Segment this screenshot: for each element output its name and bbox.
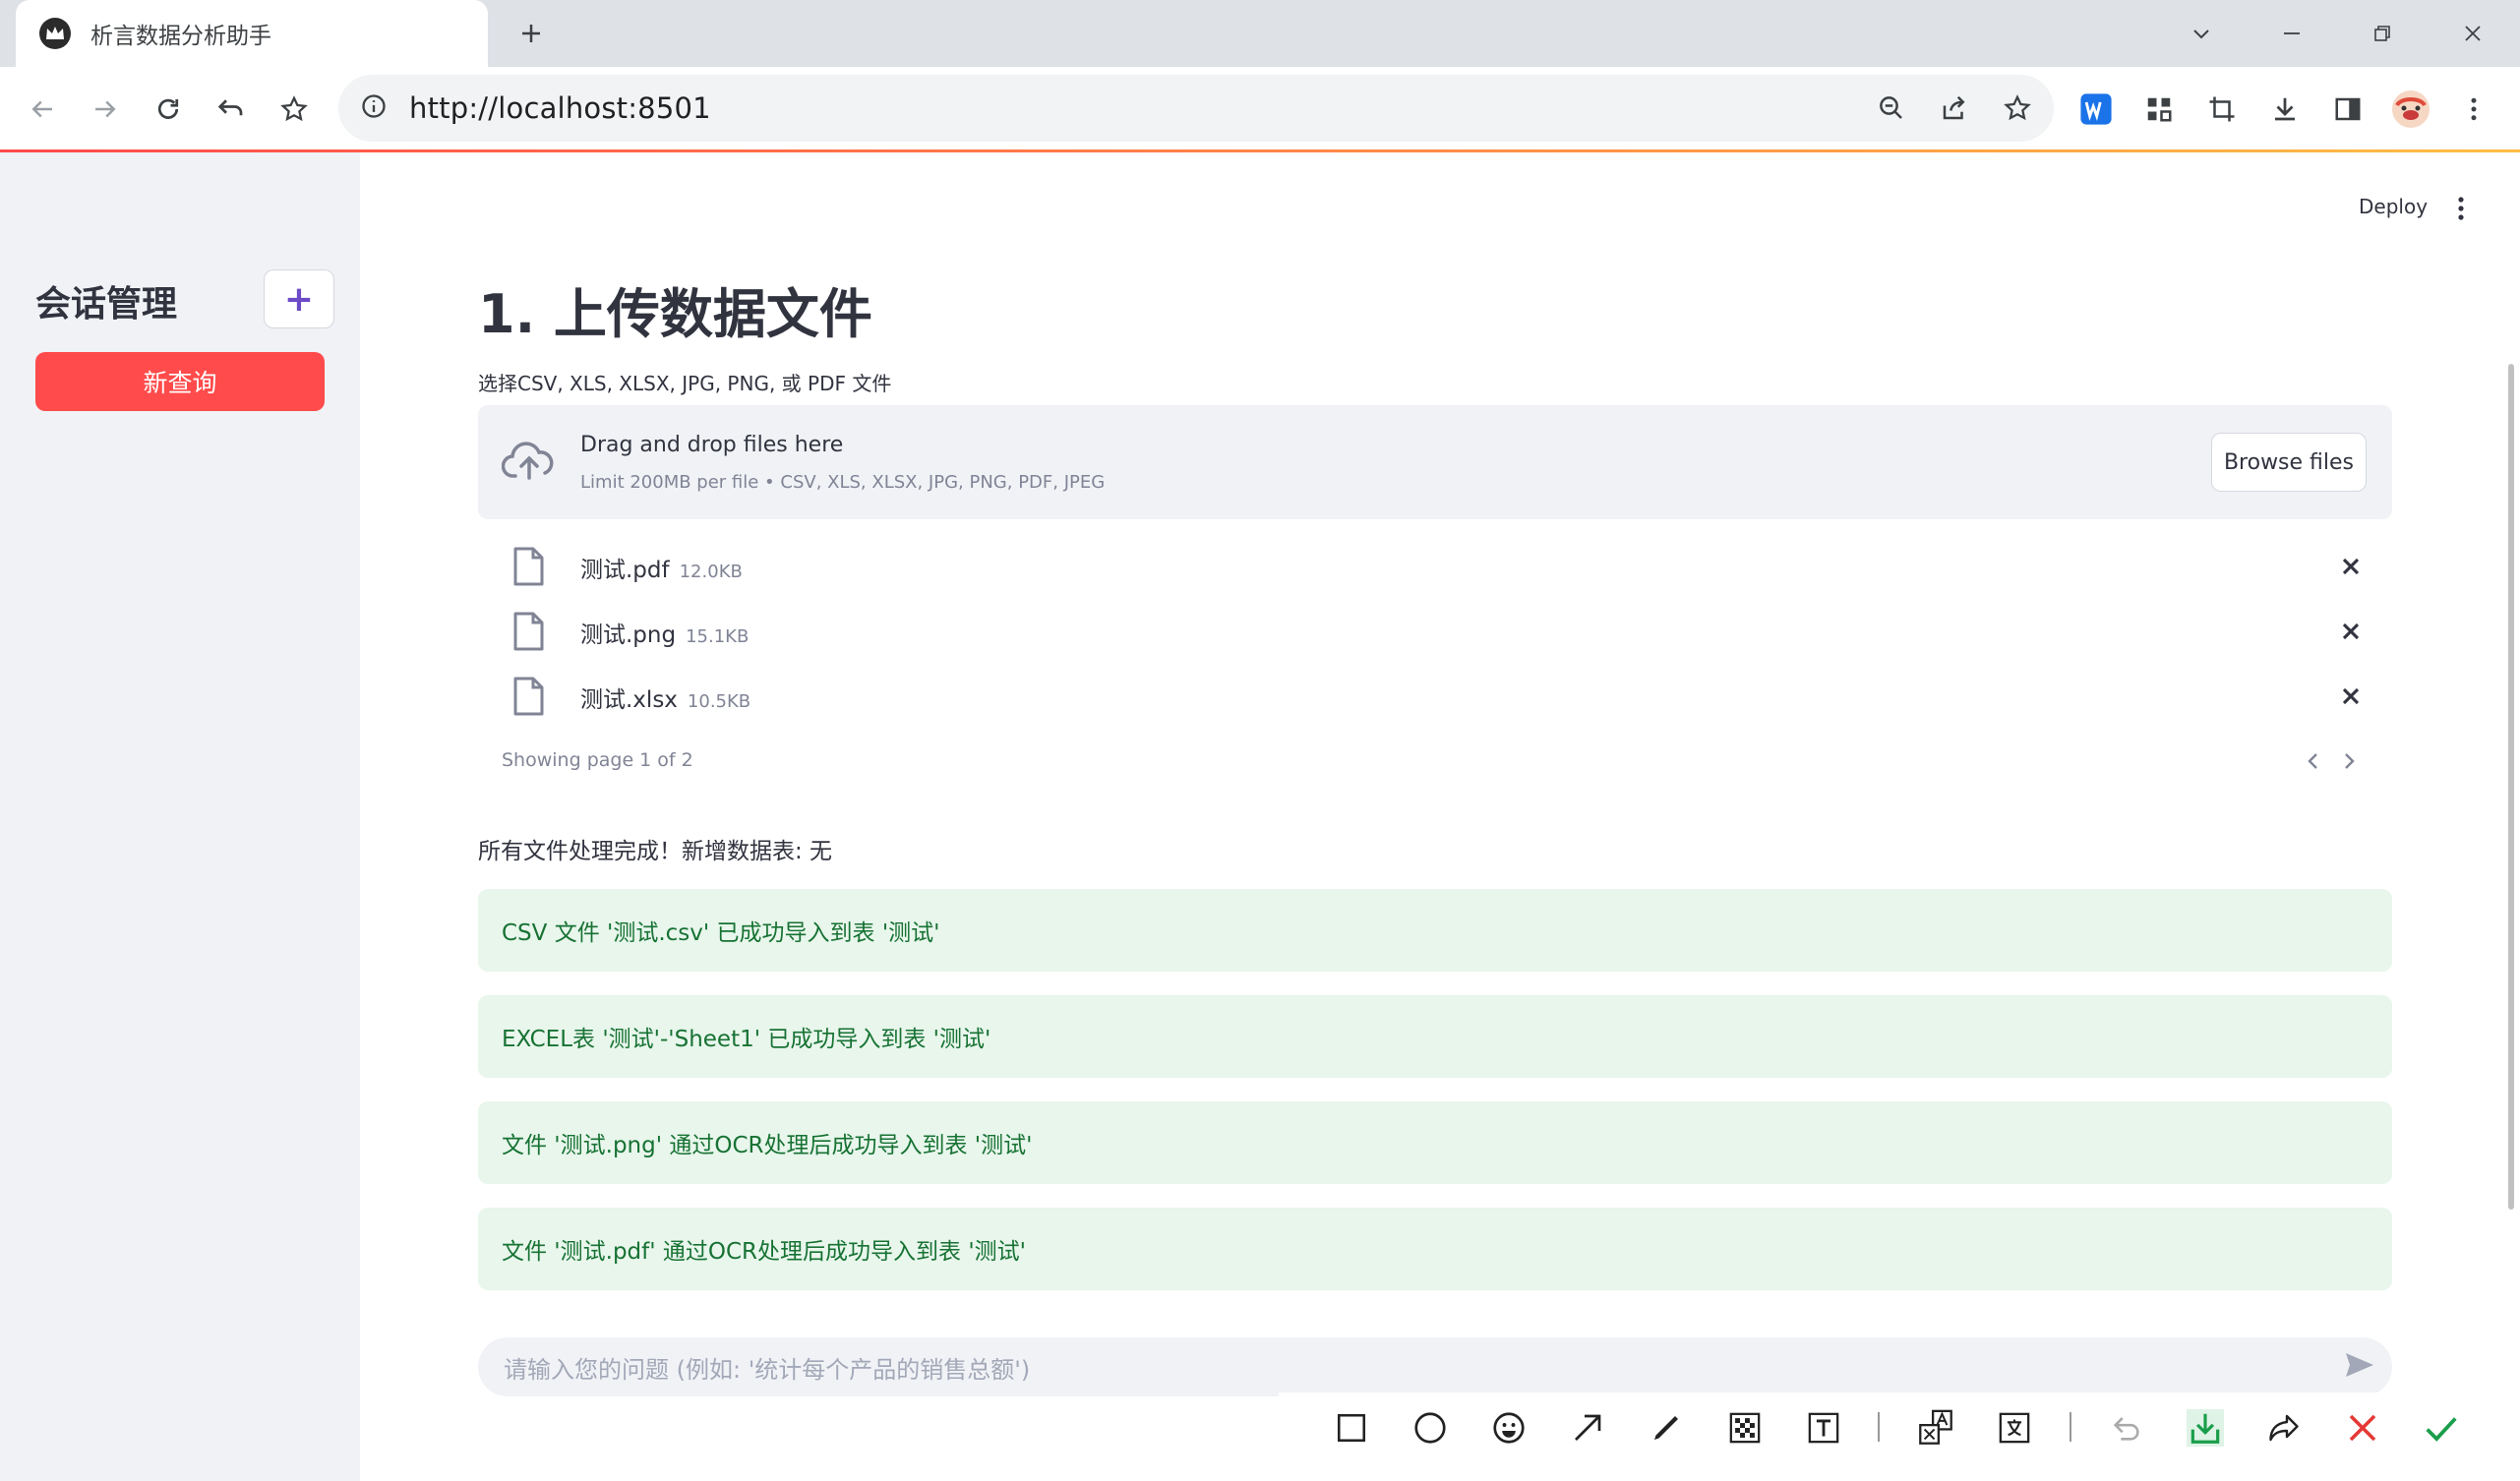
success-alert: 文件 '测试.png' 通过OCR处理后成功导入到表 '测试' bbox=[478, 1101, 2392, 1184]
cancel-screenshot-icon[interactable] bbox=[2341, 1406, 2384, 1450]
uploader-label: 选择CSV, XLS, XLSX, JPG, PNG, 或 PDF 文件 bbox=[478, 372, 892, 395]
forward-icon[interactable] bbox=[83, 87, 128, 132]
word-extension-icon[interactable] bbox=[2073, 87, 2119, 132]
ellipse-tool-icon[interactable] bbox=[1409, 1406, 1452, 1450]
add-session-button[interactable]: + bbox=[264, 269, 334, 328]
delete-file-icon[interactable] bbox=[2337, 553, 2365, 580]
cloud-upload-icon bbox=[501, 439, 557, 486]
undo-icon[interactable] bbox=[209, 87, 254, 132]
file-row: 测试.png 15.1KB bbox=[478, 604, 2392, 659]
file-name: 测试.png bbox=[580, 622, 677, 648]
next-page-icon[interactable] bbox=[2335, 745, 2363, 777]
dropzone-title: Drag and drop files here bbox=[580, 433, 844, 457]
send-icon[interactable] bbox=[2344, 1351, 2375, 1383]
pen-tool-icon[interactable] bbox=[1645, 1406, 1688, 1450]
deploy-button[interactable]: Deploy bbox=[2359, 195, 2428, 218]
prev-page-icon[interactable] bbox=[2300, 745, 2327, 777]
back-icon[interactable] bbox=[20, 87, 65, 132]
browser-toolbar: http://localhost:8501 bbox=[0, 67, 2520, 151]
rectangle-tool-icon[interactable] bbox=[1330, 1406, 1373, 1450]
chat-input[interactable]: 请输入您的问题 (例如: '统计每个产品的销售总额') bbox=[478, 1337, 2392, 1396]
file-row: 测试.pdf 12.0KB bbox=[478, 539, 2392, 594]
emoji-tool-icon[interactable] bbox=[1487, 1406, 1530, 1450]
file-name: 测试.xlsx bbox=[580, 687, 678, 713]
file-size: 12.0KB bbox=[679, 562, 743, 582]
url-text: http://localhost:8501 bbox=[409, 91, 711, 125]
file-icon bbox=[511, 612, 545, 655]
sidebar-title: 会话管理 bbox=[35, 284, 178, 325]
bookmark-star-icon[interactable] bbox=[271, 87, 317, 132]
save-screenshot-icon[interactable] bbox=[2184, 1406, 2227, 1450]
translate-tool-icon[interactable] bbox=[1914, 1406, 1957, 1450]
page-title: 1. 上传数据文件 bbox=[478, 283, 872, 345]
screenshot-toolbar bbox=[1279, 1392, 2520, 1481]
file-name: 测试.pdf bbox=[580, 558, 670, 583]
new-tab-icon[interactable] bbox=[511, 14, 551, 53]
reload-icon[interactable] bbox=[146, 87, 191, 132]
app-favicon-icon bbox=[39, 18, 71, 49]
arrow-tool-icon[interactable] bbox=[1566, 1406, 1609, 1450]
zoom-icon[interactable] bbox=[1869, 86, 1914, 131]
file-icon bbox=[511, 677, 545, 720]
sidebar: 会话管理 + 新查询 bbox=[0, 152, 360, 1481]
pagination-text: Showing page 1 of 2 bbox=[502, 749, 693, 771]
crop-icon[interactable] bbox=[2199, 87, 2245, 132]
site-info-icon[interactable] bbox=[360, 92, 388, 124]
share-screenshot-icon[interactable] bbox=[2262, 1406, 2306, 1450]
file-size: 15.1KB bbox=[686, 626, 750, 647]
confirm-screenshot-icon[interactable] bbox=[2420, 1406, 2463, 1450]
ocr-text-tool-icon[interactable] bbox=[1993, 1406, 2036, 1450]
file-row: 测试.xlsx 10.5KB bbox=[478, 669, 2392, 724]
tab-title: 析言数据分析助手 bbox=[90, 24, 271, 49]
file-dropzone[interactable]: Drag and drop files here Limit 200MB per… bbox=[478, 405, 2392, 519]
file-size: 10.5KB bbox=[687, 691, 751, 712]
browser-menu-icon[interactable] bbox=[2451, 87, 2496, 132]
file-icon bbox=[511, 547, 545, 590]
success-alert: 文件 '测试.pdf' 通过OCR处理后成功导入到表 '测试' bbox=[478, 1208, 2392, 1290]
restore-icon[interactable] bbox=[2363, 14, 2402, 53]
browser-tabstrip: 析言数据分析助手 bbox=[0, 0, 2520, 67]
mosaic-tool-icon[interactable] bbox=[1723, 1406, 1767, 1450]
delete-file-icon[interactable] bbox=[2337, 682, 2365, 710]
share-icon[interactable] bbox=[1932, 86, 1977, 131]
close-window-icon[interactable] bbox=[2453, 14, 2492, 53]
toolbar-separator bbox=[1878, 1412, 1880, 1442]
dropzone-limit: Limit 200MB per file • CSV, XLS, XLSX, J… bbox=[580, 472, 1106, 493]
profile-avatar[interactable] bbox=[2388, 87, 2433, 132]
undo-edit-icon[interactable] bbox=[2105, 1406, 2148, 1450]
tab-search-chevron-icon[interactable] bbox=[2182, 14, 2221, 53]
download-icon[interactable] bbox=[2262, 87, 2308, 132]
star-icon[interactable] bbox=[1995, 86, 2040, 131]
side-panel-icon[interactable] bbox=[2325, 87, 2370, 132]
text-tool-icon[interactable] bbox=[1802, 1406, 1845, 1450]
browse-files-button[interactable]: Browse files bbox=[2211, 433, 2367, 492]
new-query-button[interactable]: 新查询 bbox=[35, 352, 325, 411]
minimize-icon[interactable] bbox=[2272, 14, 2311, 53]
address-bar[interactable]: http://localhost:8501 bbox=[338, 75, 2054, 142]
main-menu-icon[interactable] bbox=[2449, 193, 2473, 224]
success-alert: CSV 文件 '测试.csv' 已成功导入到表 '测试' bbox=[478, 889, 2392, 972]
processing-status: 所有文件处理完成！新增数据表: 无 bbox=[478, 839, 833, 864]
browser-tab[interactable]: 析言数据分析助手 bbox=[16, 0, 488, 67]
apps-extension-icon[interactable] bbox=[2136, 87, 2182, 132]
toolbar-separator bbox=[2070, 1412, 2071, 1442]
delete-file-icon[interactable] bbox=[2337, 618, 2365, 645]
page-scrollbar[interactable] bbox=[2508, 364, 2514, 1210]
success-alert: EXCEL表 '测试'-'Sheet1' 已成功导入到表 '测试' bbox=[478, 995, 2392, 1078]
